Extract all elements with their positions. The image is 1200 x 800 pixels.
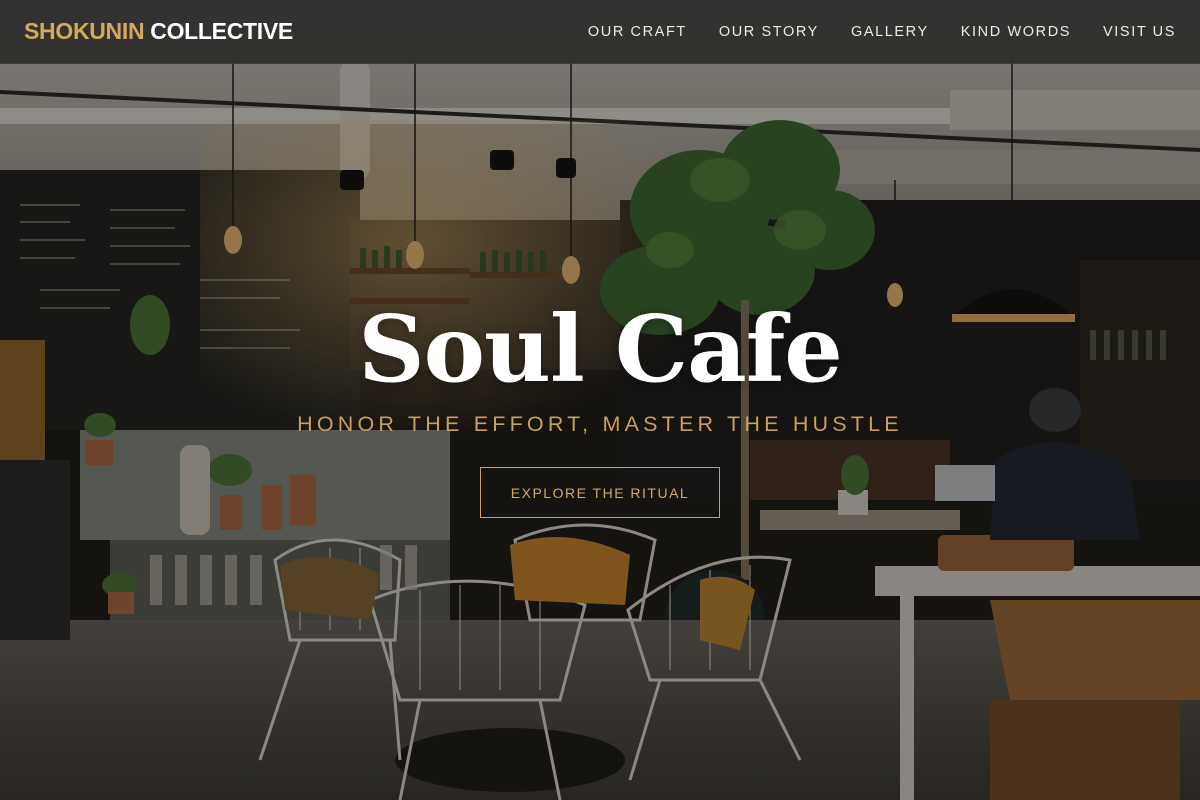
brand-name-primary: SHOKUNIN — [24, 18, 145, 44]
brand-logo[interactable]: SHOKUNIN COLLECTIVE — [24, 18, 293, 45]
nav-link-our-story[interactable]: OUR STORY — [719, 22, 819, 42]
explore-ritual-button[interactable]: EXPLORE THE RITUAL — [480, 467, 720, 518]
hero-title: Soul Cafe — [358, 295, 843, 403]
main-nav: OUR CRAFT OUR STORY GALLERY KIND WORDS V… — [556, 22, 1176, 42]
brand-name-secondary: COLLECTIVE — [150, 18, 293, 44]
nav-link-our-craft[interactable]: OUR CRAFT — [588, 22, 687, 42]
hero-tagline: HONOR THE EFFORT, MASTER THE HUSTLE — [297, 412, 903, 436]
nav-link-gallery[interactable]: GALLERY — [851, 22, 929, 42]
top-navbar: SHOKUNIN COLLECTIVE OUR CRAFT OUR STORY … — [0, 0, 1200, 64]
hero-section: Soul Cafe HONOR THE EFFORT, MASTER THE H… — [0, 0, 1200, 800]
nav-link-visit-us[interactable]: VISIT US — [1103, 22, 1176, 42]
nav-link-kind-words[interactable]: KIND WORDS — [961, 22, 1071, 42]
